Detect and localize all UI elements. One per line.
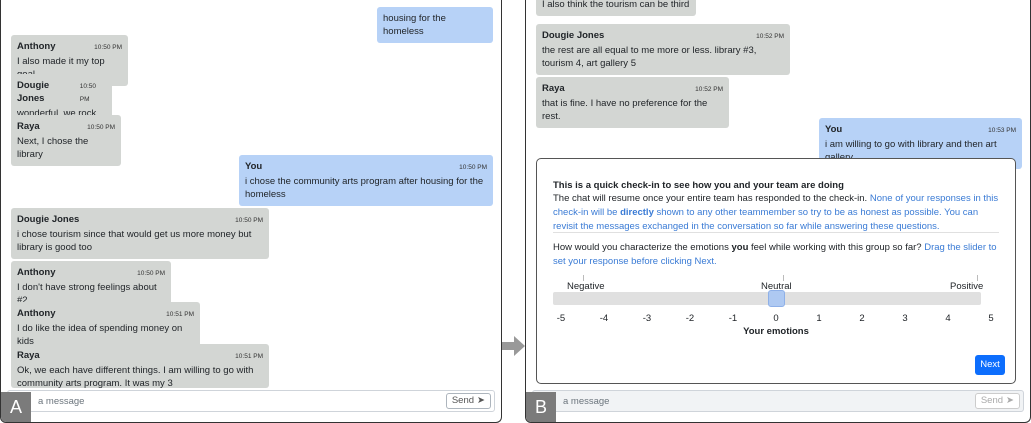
- message-time: 10:50 PM: [87, 124, 115, 131]
- sender-name: Anthony: [17, 308, 56, 319]
- message-bubble: housing for the homeless: [377, 7, 493, 43]
- message-bubble: I also think the tourism can be third: [536, 0, 696, 16]
- sender-name: Dougie Jones: [542, 30, 605, 41]
- label-negative: Negative: [567, 281, 605, 292]
- message-input[interactable]: a message Send ➤: [532, 390, 1024, 412]
- message-input[interactable]: a message Send ➤: [7, 390, 495, 412]
- message-text: housing for the homeless: [383, 13, 446, 37]
- message-time: 10:50 PM: [137, 270, 165, 277]
- sender-name: Raya: [17, 350, 40, 361]
- message-text: i chose tourism since that would get us …: [17, 229, 252, 253]
- message-time: 10:50 PM: [459, 164, 487, 171]
- sender-name: Raya: [17, 121, 40, 132]
- message-time: 10:50 PM: [79, 83, 97, 103]
- message-text: I also think the tourism can be third: [542, 0, 690, 10]
- send-button-label: Send: [980, 395, 1004, 406]
- message-bubble: You 10:50 PM i chose the community arts p…: [239, 155, 493, 206]
- sender-name: Anthony: [17, 267, 56, 278]
- slider-axis-label: Your emotions: [743, 326, 809, 337]
- checkin-dialog: This is a quick check-in to see how you …: [536, 158, 1016, 384]
- next-button[interactable]: Next: [975, 355, 1005, 375]
- send-button[interactable]: Send ➤: [974, 393, 1020, 409]
- panel-label: A: [1, 392, 31, 422]
- message-bubble: Raya 10:52 PM that is fine. I have no pre…: [536, 77, 729, 128]
- send-button[interactable]: Send ➤: [445, 393, 491, 409]
- message-text: Next, I chose the library: [17, 136, 89, 160]
- message-bubble: Raya 10:51 PM Ok, we each have different …: [11, 344, 269, 389]
- message-time: 10:50 PM: [94, 44, 122, 51]
- chat-panel-a: housing for the homeless Anthony 10:50 PM…: [0, 0, 502, 423]
- scale-value: -1: [728, 313, 738, 324]
- message-time: 10:52 PM: [695, 86, 723, 93]
- message-text: that is fine. I have no preference for t…: [542, 98, 708, 122]
- privacy-note-emphasis: directly: [620, 207, 654, 218]
- checkin-question: How would you characterize the emotions …: [553, 241, 1003, 269]
- message-bubble: Dougie Jones 10:50 PM i chose tourism sin…: [11, 208, 269, 259]
- message-input-placeholder: a message: [563, 396, 610, 407]
- question-text: feel while working with this group so fa…: [748, 242, 925, 253]
- arrow-right-icon: [502, 336, 525, 356]
- chat-panel-b: I also think the tourism can be third Do…: [525, 0, 1031, 423]
- paper-plane-icon: ➤: [1006, 395, 1014, 406]
- message-text: i chose the community arts program after…: [245, 176, 484, 200]
- panel-label: B: [526, 392, 556, 422]
- checkin-description: The chat will resume once your entire te…: [553, 192, 1001, 234]
- message-time: 10:53 PM: [988, 127, 1016, 134]
- message-bubble: Dougie Jones 10:52 PM the rest are all eq…: [536, 24, 790, 75]
- message-input-placeholder: a message: [38, 396, 85, 407]
- message-time: 10:50 PM: [235, 217, 263, 224]
- sender-name: Dougie Jones: [17, 80, 50, 104]
- message-time: 10:51 PM: [235, 353, 263, 360]
- paper-plane-icon: ➤: [477, 395, 485, 406]
- checkin-body-text: The chat will resume once your entire te…: [553, 193, 870, 204]
- send-button-label: Send: [451, 395, 475, 406]
- message-text: the rest are all equal to me more or les…: [542, 45, 757, 69]
- message-text: Ok, we each have different things. I am …: [17, 365, 254, 389]
- emotion-slider-thumb[interactable]: [768, 290, 785, 307]
- sender-name: You: [825, 124, 843, 135]
- scale-value: -2: [685, 313, 695, 324]
- message-bubble: Raya 10:50 PM Next, I chose the library: [11, 115, 121, 166]
- sender-name: Raya: [542, 83, 565, 94]
- scale-value: 1: [816, 313, 822, 324]
- scale-value: 5: [988, 313, 994, 324]
- scale-value: 2: [859, 313, 865, 324]
- question-text: How would you characterize the emotions: [553, 242, 732, 253]
- message-time: 10:51 PM: [166, 311, 194, 318]
- label-positive: Positive: [950, 281, 984, 292]
- scale-value: 4: [945, 313, 951, 324]
- sender-name: Anthony: [17, 41, 56, 52]
- scale-value: -4: [599, 313, 609, 324]
- scale-value: -5: [556, 313, 566, 324]
- scale-value: -3: [642, 313, 652, 324]
- scale-value: 3: [902, 313, 908, 324]
- sender-name: You: [245, 161, 263, 172]
- divider: [553, 232, 999, 233]
- message-time: 10:52 PM: [756, 33, 784, 40]
- emotion-slider-track[interactable]: [553, 292, 981, 305]
- scale-value: 0: [773, 313, 779, 324]
- checkin-title: This is a quick check-in to see how you …: [553, 180, 844, 191]
- question-emphasis: you: [731, 242, 749, 253]
- sender-name: Dougie Jones: [17, 214, 80, 225]
